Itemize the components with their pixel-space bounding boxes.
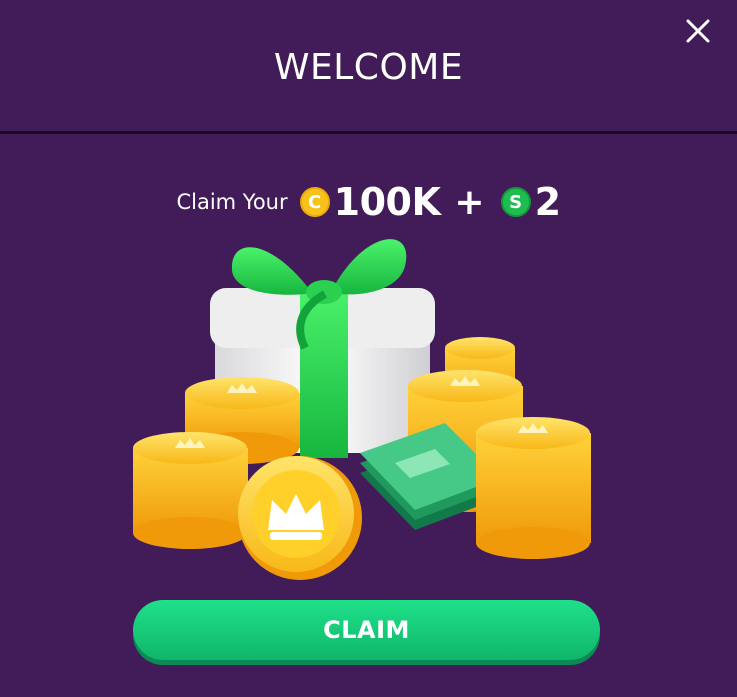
- dialog-header: WELCOME: [0, 0, 737, 132]
- dialog-title: WELCOME: [273, 46, 464, 88]
- cash-icon: S: [500, 187, 531, 217]
- plus-sign: +: [454, 181, 485, 223]
- claim-button[interactable]: CLAIM: [133, 600, 600, 660]
- coin-icon: C: [299, 187, 330, 217]
- crown-coin: [238, 456, 362, 580]
- header-divider: [0, 131, 737, 134]
- close-icon[interactable]: [683, 16, 713, 46]
- gift-and-coins-illustration: [133, 239, 591, 580]
- offer-prefix: Claim Your: [176, 190, 288, 214]
- coin-stack-left-front: [133, 432, 248, 549]
- coin-stack-front-right: [476, 417, 591, 559]
